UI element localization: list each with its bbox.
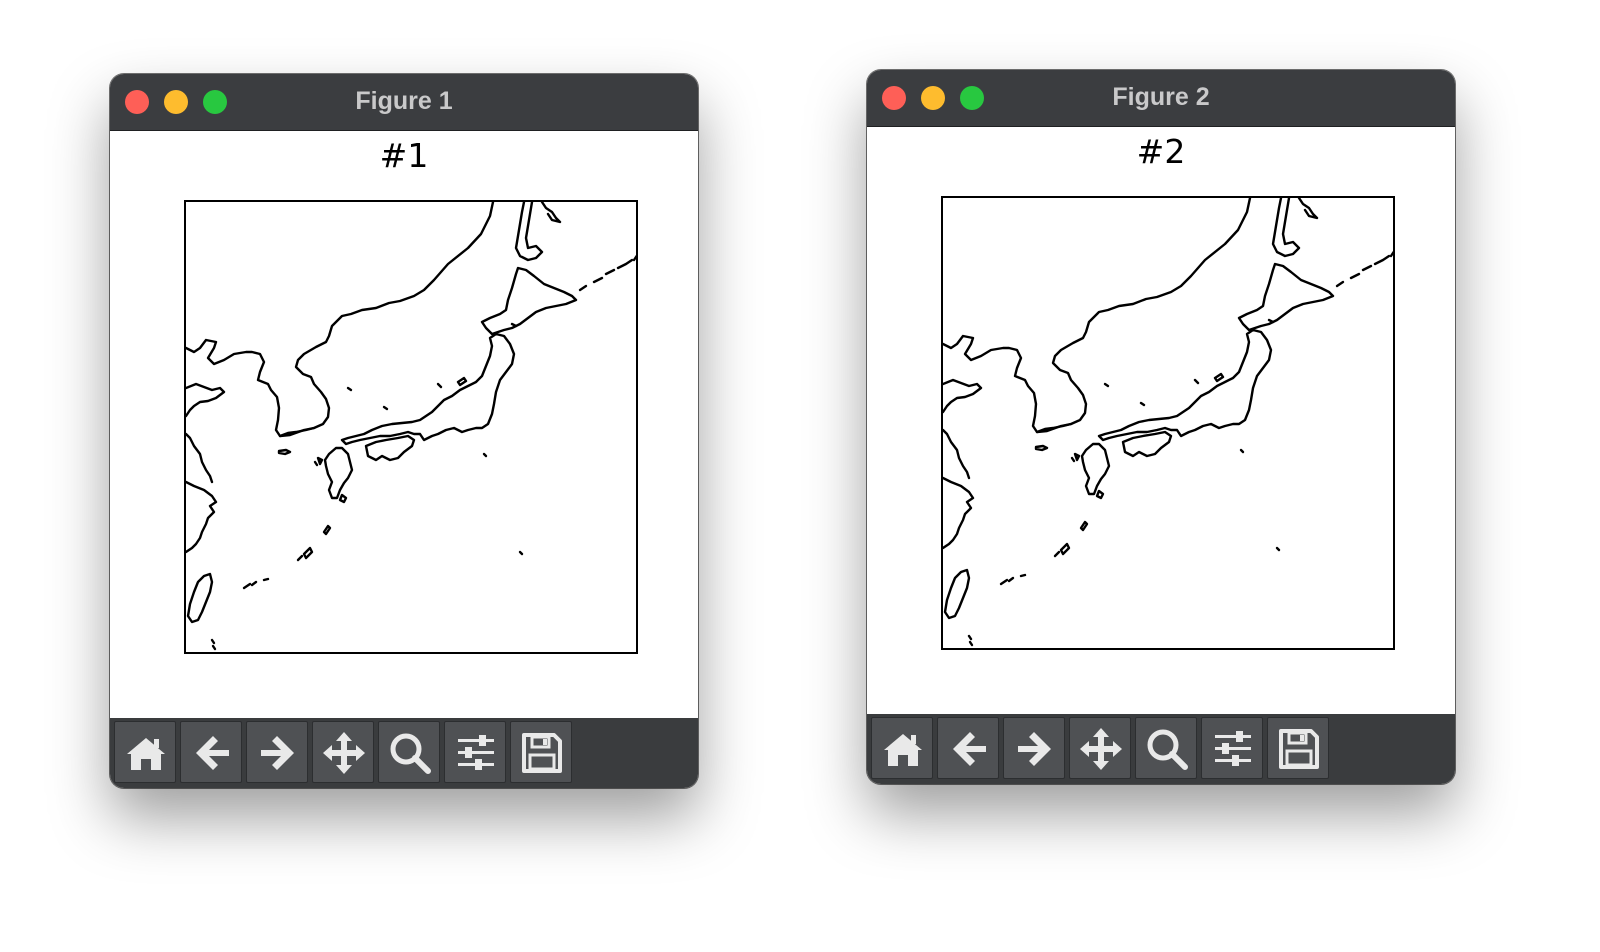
pan-icon (323, 732, 365, 774)
save-icon (1279, 729, 1319, 769)
home-button[interactable] (871, 717, 933, 779)
forward-icon (1018, 732, 1051, 766)
back-icon (196, 736, 229, 770)
pan-button[interactable] (1069, 717, 1131, 779)
zoom-icon (390, 733, 431, 774)
home-button[interactable] (114, 721, 176, 783)
zoom-to-rect-button[interactable] (1135, 717, 1197, 779)
save-button[interactable] (510, 721, 572, 783)
configure-subplots-button[interactable] (1201, 717, 1263, 779)
configure-icon (1215, 731, 1251, 766)
map-axes[interactable] (941, 196, 1395, 650)
plot-title: #2 (1136, 132, 1186, 171)
plot-title: #1 (379, 136, 429, 175)
figure-canvas[interactable]: #2 (867, 127, 1455, 714)
title-bar[interactable]: Figure 1 (110, 74, 698, 131)
save-button[interactable] (1267, 717, 1329, 779)
forward-icon (261, 736, 294, 770)
configure-icon (458, 735, 494, 770)
configure-subplots-button[interactable] (444, 721, 506, 783)
home-icon (127, 738, 165, 770)
back-button[interactable] (180, 721, 242, 783)
map-axes[interactable] (184, 200, 638, 654)
navigation-toolbar (110, 718, 698, 788)
pan-button[interactable] (312, 721, 374, 783)
figure-window-1: Figure 1 #1 (110, 74, 698, 788)
forward-button[interactable] (246, 721, 308, 783)
figure-canvas[interactable]: #1 (110, 131, 698, 718)
coastline-map (943, 198, 1393, 647)
zoom-icon (1147, 729, 1188, 770)
back-button[interactable] (937, 717, 999, 779)
title-bar[interactable]: Figure 2 (867, 70, 1455, 127)
figure-window-2: Figure 2 #2 (867, 70, 1455, 784)
zoom-to-rect-button[interactable] (378, 721, 440, 783)
coastline-map (186, 202, 636, 651)
home-icon (884, 734, 922, 766)
window-title: Figure 1 (355, 87, 453, 115)
navigation-toolbar (867, 714, 1455, 784)
save-icon (522, 733, 562, 773)
back-icon (953, 732, 986, 766)
forward-button[interactable] (1003, 717, 1065, 779)
window-title: Figure 2 (1112, 83, 1210, 111)
pan-icon (1080, 728, 1122, 770)
